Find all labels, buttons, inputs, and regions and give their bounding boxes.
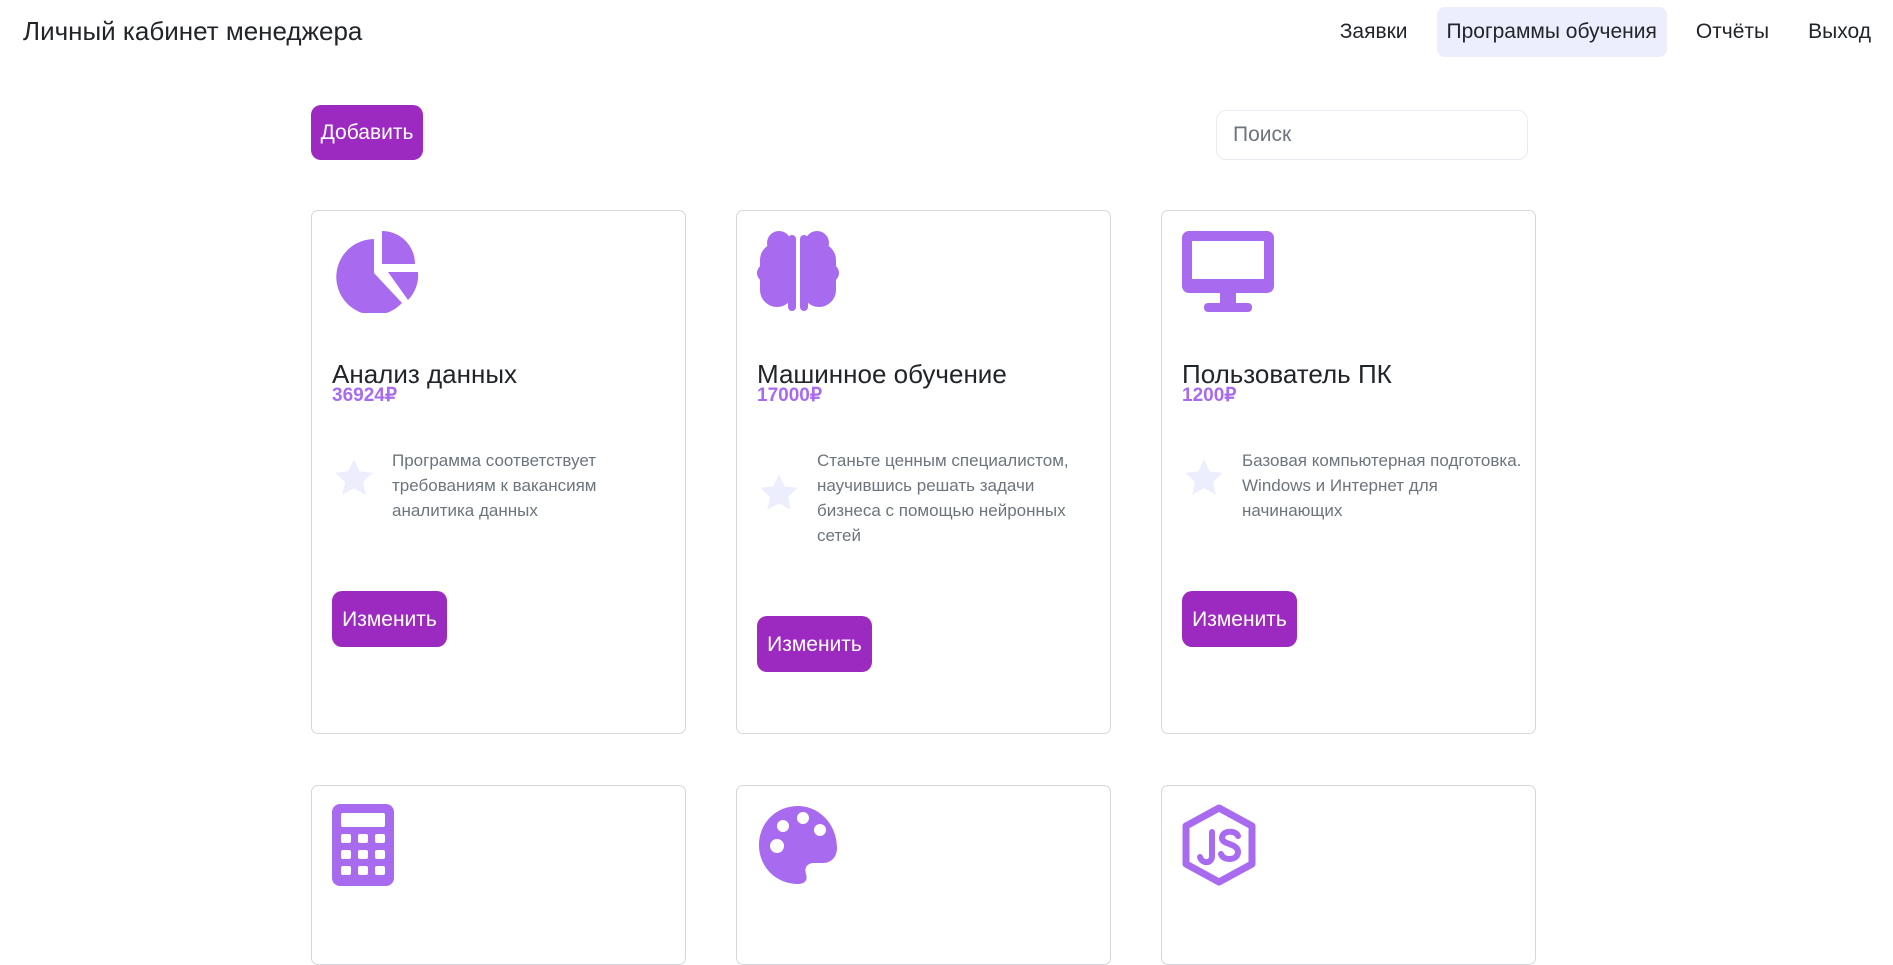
program-price: 17000₽ bbox=[757, 385, 822, 406]
program-card bbox=[311, 785, 686, 965]
edit-button[interactable]: Изменить bbox=[1182, 591, 1297, 647]
edit-button[interactable]: Изменить bbox=[757, 616, 872, 672]
nav-programs[interactable]: Программы обучения bbox=[1436, 7, 1667, 57]
edit-button[interactable]: Изменить bbox=[332, 591, 447, 647]
star-icon bbox=[1182, 456, 1226, 505]
program-description: Базовая компьютерная подготовка. Windows… bbox=[1242, 451, 1522, 520]
search-input[interactable] bbox=[1216, 110, 1528, 160]
calculator-icon bbox=[332, 804, 394, 891]
nav-logout[interactable]: Выход bbox=[1798, 7, 1881, 57]
nav-requests[interactable]: Заявки bbox=[1330, 7, 1418, 57]
brain-icon bbox=[757, 229, 839, 318]
program-price: 1200₽ bbox=[1182, 385, 1237, 406]
palette-icon bbox=[757, 804, 839, 891]
app-title: Личный кабинет менеджера bbox=[23, 16, 363, 46]
program-card: Анализ данных 36924₽ Программа соответст… bbox=[311, 210, 686, 734]
program-price: 36924₽ bbox=[332, 385, 397, 406]
program-description: Программа соответствует требованиям к ва… bbox=[392, 451, 597, 520]
desktop-icon bbox=[1182, 229, 1274, 318]
program-card: Машинное обучение 17000₽ Станьте ценным … bbox=[736, 210, 1111, 734]
add-program-button[interactable]: Добавить bbox=[311, 105, 423, 160]
program-card: Пользователь ПК 1200₽ Базовая компьютерн… bbox=[1161, 210, 1536, 734]
program-card bbox=[1161, 785, 1536, 965]
star-icon bbox=[757, 471, 801, 520]
pie-chart-icon bbox=[332, 229, 420, 318]
program-card bbox=[736, 785, 1111, 965]
nodejs-icon bbox=[1182, 804, 1256, 891]
program-description: Станьте ценным специалистом, научившись … bbox=[817, 451, 1069, 545]
star-icon bbox=[332, 456, 376, 505]
nav-reports[interactable]: Отчёты bbox=[1686, 7, 1779, 57]
top-nav: Заявки Программы обучения Отчёты Выход bbox=[1330, 7, 1893, 57]
